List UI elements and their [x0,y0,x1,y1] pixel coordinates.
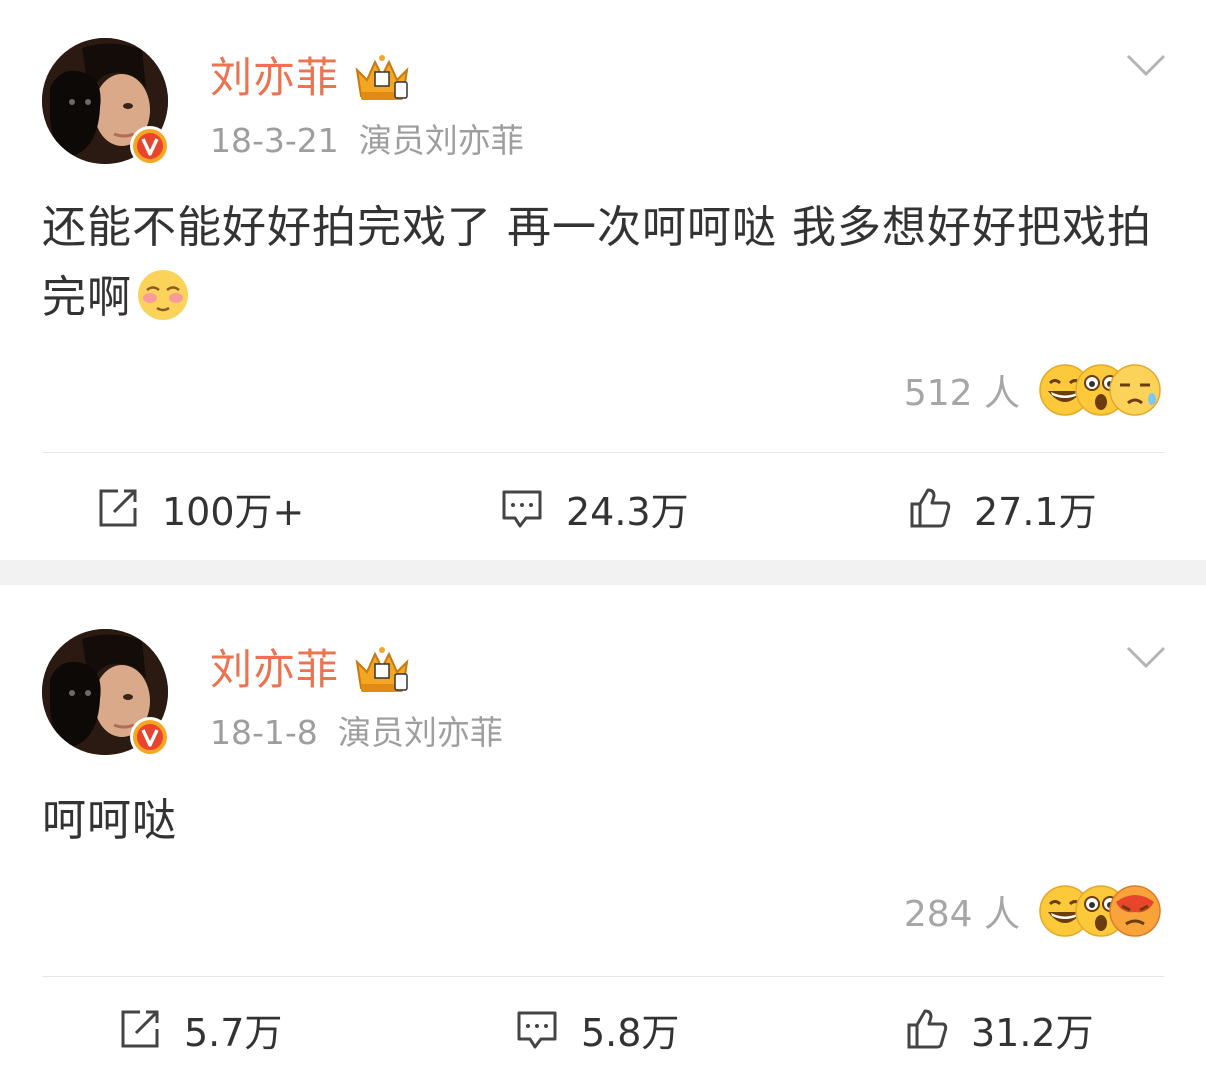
repost-count: 5.7万 [184,1010,283,1055]
comment-button[interactable]: 5.8万 [515,999,679,1059]
post-meta: 18-1-8 演员刘亦菲 [210,710,503,756]
post-text-body: 呵呵哒 [42,795,177,846]
chevron-down-icon[interactable] [1126,52,1166,80]
reaction-count: 284 人 [903,894,1020,935]
like-count: 27.1万 [974,489,1097,534]
post-text: 呵呵哒 [42,786,1172,856]
comment-count: 5.8万 [581,1010,680,1055]
crown-level-icon [355,55,409,100]
like-icon [910,488,951,528]
comment-icon [502,490,542,528]
repost-icon [99,489,137,527]
crown-level-icon [355,647,409,692]
comment-count: 24.3万 [566,489,689,534]
post-date: 18-3-21 [210,121,339,160]
post-date: 18-1-8 [210,713,318,752]
comment-icon [517,1011,557,1049]
post-source: 演员刘亦菲 [358,121,524,160]
like-icon [907,1009,948,1049]
post-meta: 18-3-21 演员刘亦菲 [210,118,524,164]
post-text: 还能不能好好拍完戏了 再一次呵呵哒 我多想好好把戏拍完啊 [42,193,1172,333]
like-count: 31.2万 [971,1010,1094,1055]
divider [42,452,1164,453]
repost-button[interactable]: 100万+ [96,478,304,538]
reaction-summary[interactable]: 284 人 [904,881,1162,941]
verified-badge-icon [130,717,170,757]
repost-icon [121,1010,159,1048]
repost-count: 100万+ [162,489,305,534]
username[interactable]: 刘亦菲 [210,50,339,106]
avatar[interactable] [42,38,170,166]
comment-button[interactable]: 24.3万 [500,478,689,538]
reaction-summary[interactable]: 512 人 [904,360,1162,420]
weibo-post: 刘亦菲 18-1-8 演员刘亦菲 呵呵哒 284 人 5.7万 5.8万 31.… [0,585,1206,1084]
divider [42,976,1164,977]
sad-emoji-icon [1109,364,1161,416]
username[interactable]: 刘亦菲 [210,642,339,698]
post-separator [0,560,1206,585]
weibo-post: 刘亦菲 18-3-21 演员刘亦菲 还能不能好好拍完戏了 再一次呵呵哒 我多想好好… [0,0,1206,560]
repost-button[interactable]: 5.7万 [118,999,282,1059]
reaction-emoji-stack [1038,884,1162,938]
post-source: 演员刘亦菲 [337,713,503,752]
reaction-emoji-stack [1038,363,1162,417]
avatar[interactable] [42,629,170,757]
shy-emoji-icon [138,270,188,320]
verified-badge-icon [130,126,170,166]
chevron-down-icon[interactable] [1126,644,1166,672]
like-button[interactable]: 31.2万 [905,999,1094,1059]
reaction-count: 512 人 [903,373,1020,414]
like-button[interactable]: 27.1万 [908,478,1097,538]
angry-emoji-icon [1109,885,1161,937]
post-text-body: 还能不能好好拍完戏了 再一次呵呵哒 我多想好好把戏拍完啊 [42,202,1152,323]
